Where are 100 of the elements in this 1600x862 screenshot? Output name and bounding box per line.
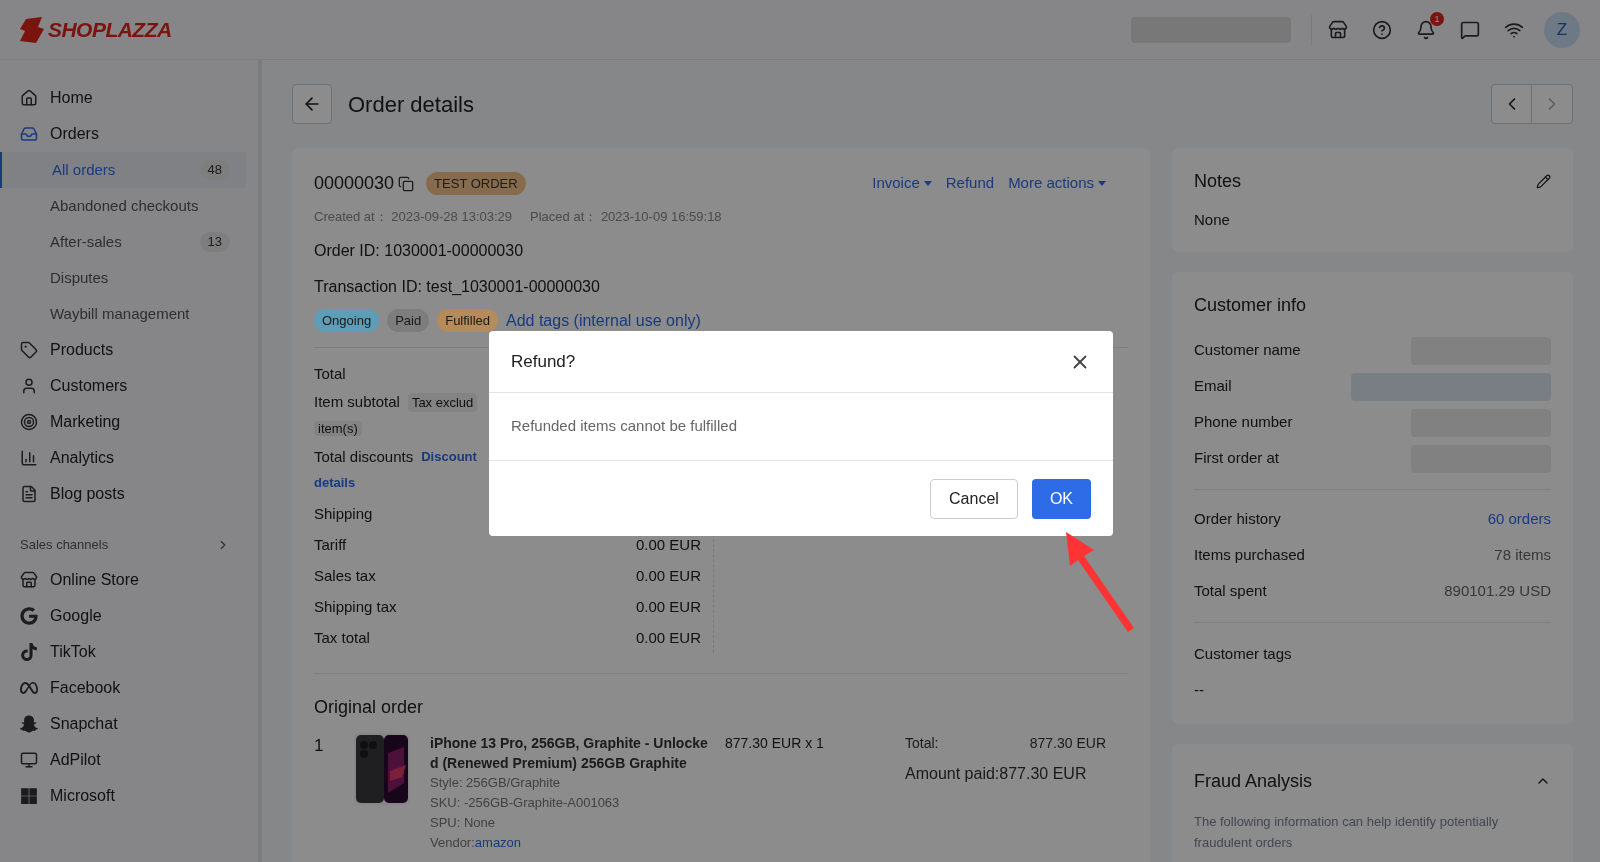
- count-badge: 13: [199, 232, 230, 252]
- back-button[interactable]: [292, 84, 332, 124]
- test-order-tag: TEST ORDER: [426, 171, 526, 196]
- amount-paid: Amount paid:877.30 EUR: [905, 763, 1088, 784]
- dialog-message: Refunded items cannot be fulfilled: [511, 416, 737, 437]
- stat-value[interactable]: 60 orders: [1487, 508, 1551, 531]
- sidebar-item[interactable]: Orders: [0, 116, 258, 152]
- status-tag: Ongoing: [314, 308, 380, 333]
- status-tag: Fulfilled: [437, 308, 498, 333]
- meta-icon: [20, 679, 38, 697]
- sidebar-item[interactable]: AdPilot: [0, 742, 258, 778]
- total-value: 0.00 EUR: [635, 534, 701, 555]
- windows-icon: [20, 787, 38, 805]
- product-style: Style: 256GB/Graphite: [430, 773, 562, 792]
- store-icon: [20, 571, 38, 589]
- sidebar-item[interactable]: Microsoft: [0, 778, 258, 814]
- sidebar-item[interactable]: Home: [0, 80, 258, 116]
- total-value: 0.00 EUR: [635, 596, 701, 617]
- field-label: First order at: [1194, 448, 1280, 469]
- logo-icon: [20, 16, 44, 43]
- product-name[interactable]: iPhone 13 Pro, 256GB, Graphite - Unlocked (Renewed Premium) 256GB Graphite: [430, 732, 715, 773]
- sidebar-item[interactable]: Facebook: [0, 670, 258, 706]
- sidebar-item[interactable]: Online Store: [0, 562, 258, 598]
- subtotal-label: Item subtotal: [314, 392, 400, 413]
- line-number: 1: [314, 734, 325, 757]
- stat-value: 78 items: [1494, 545, 1551, 566]
- document-icon: [20, 485, 38, 503]
- shipping-label: Shipping: [314, 504, 373, 522]
- store-icon[interactable]: [1328, 19, 1348, 40]
- placed-at: Placed at： 2023-10-09 16:59:18: [530, 208, 722, 226]
- action-link[interactable]: Refund: [945, 172, 995, 195]
- sidebar-subitem[interactable]: After-sales 13: [0, 224, 246, 260]
- sidebar-item[interactable]: Google: [0, 598, 258, 634]
- tiktok-icon: [20, 643, 38, 661]
- inbox-icon: [20, 125, 38, 143]
- copy-icon[interactable]: [398, 175, 415, 192]
- total-label: Sales tax: [314, 565, 376, 586]
- section-label: Sales channels: [20, 536, 109, 555]
- card-title: Customer info: [1194, 293, 1308, 317]
- caret-icon: [923, 181, 932, 186]
- vendor-link[interactable]: amazon: [474, 832, 522, 853]
- section-title: Original order: [314, 695, 425, 719]
- sidebar-item[interactable]: Marketing: [0, 404, 258, 440]
- item-count: item(s): [314, 420, 362, 436]
- discount-link[interactable]: Discount: [421, 447, 477, 467]
- notification-icon[interactable]: [1416, 19, 1436, 40]
- card-title: Fraud Analysis: [1194, 769, 1313, 793]
- total-label: Tax total: [314, 627, 370, 648]
- unit-price: 877.30 EUR x 1: [725, 733, 825, 753]
- sidebar-item[interactable]: TikTok: [0, 634, 258, 670]
- tags-value: --: [1194, 680, 1205, 700]
- sidebar-subitem[interactable]: Abandoned checkouts: [0, 188, 246, 224]
- avatar[interactable]: Z: [1544, 11, 1580, 48]
- edit-icon[interactable]: [1536, 174, 1551, 189]
- stat-value: 890101.29 USD: [1444, 581, 1551, 602]
- sidebar-subitem[interactable]: Disputes: [0, 260, 246, 296]
- stat-label: Items purchased: [1194, 545, 1305, 566]
- action-link[interactable]: More actions: [1008, 172, 1106, 195]
- line-total: 877.30 EUR: [1029, 733, 1106, 753]
- google-icon: [20, 607, 38, 625]
- order-number: 00000030: [314, 172, 395, 195]
- target-icon: [20, 413, 38, 431]
- monitor-icon: [20, 751, 38, 769]
- notes-text: None: [1194, 210, 1231, 230]
- sidebar-subitem[interactable]: Waybill management: [0, 296, 246, 332]
- chat-icon[interactable]: [1460, 19, 1480, 40]
- person-icon: [20, 377, 38, 395]
- card-title: Notes: [1194, 170, 1242, 193]
- field-label: Email: [1194, 376, 1232, 397]
- sidebar-item[interactable]: Analytics: [0, 440, 258, 476]
- action-link[interactable]: Invoice: [872, 172, 932, 195]
- add-tags-link[interactable]: Add tags (internal use only): [506, 308, 701, 333]
- total-value: 0.00 EUR: [635, 627, 701, 648]
- page-title: Order details: [348, 90, 474, 119]
- field-label: Customer name: [1194, 340, 1301, 361]
- sidebar-item[interactable]: Products: [0, 332, 258, 368]
- sidebar-subitem[interactable]: All orders 48: [0, 152, 246, 188]
- notification-badge: 1: [1430, 11, 1444, 26]
- details-link[interactable]: details: [314, 475, 356, 490]
- stat-label: Total spent: [1194, 581, 1267, 602]
- total-label: Shipping tax: [314, 596, 397, 617]
- tag-icon: [20, 341, 38, 359]
- caret-icon: [1098, 181, 1106, 186]
- fraud-description: The following information can help identify potentially fraudulent orders: [1194, 812, 1500, 852]
- ok-button[interactable]: OK: [1031, 478, 1091, 519]
- cancel-button[interactable]: Cancel: [930, 478, 1018, 519]
- discounts-label: Total discounts: [314, 446, 414, 467]
- total-label: Tariff: [314, 534, 347, 555]
- help-icon[interactable]: [1372, 19, 1392, 40]
- order-id: Order ID: 1030001-00000030: [314, 240, 525, 261]
- total-value: 0.00 EUR: [635, 565, 701, 586]
- vendor-label: Vendor:: [430, 833, 475, 852]
- logo: SHOPLAZZA: [48, 16, 172, 43]
- sidebar-item[interactable]: Blog posts: [0, 476, 258, 512]
- sidebar-item[interactable]: Snapchat: [0, 706, 258, 742]
- sidebar-item[interactable]: Customers: [0, 368, 258, 404]
- house-icon: [20, 89, 38, 107]
- bar-chart-icon: [20, 449, 38, 467]
- transaction-id: Transaction ID: test_1030001-00000030: [314, 276, 601, 297]
- product-sku: SKU: -256GB-Graphite-A001063: [430, 793, 621, 812]
